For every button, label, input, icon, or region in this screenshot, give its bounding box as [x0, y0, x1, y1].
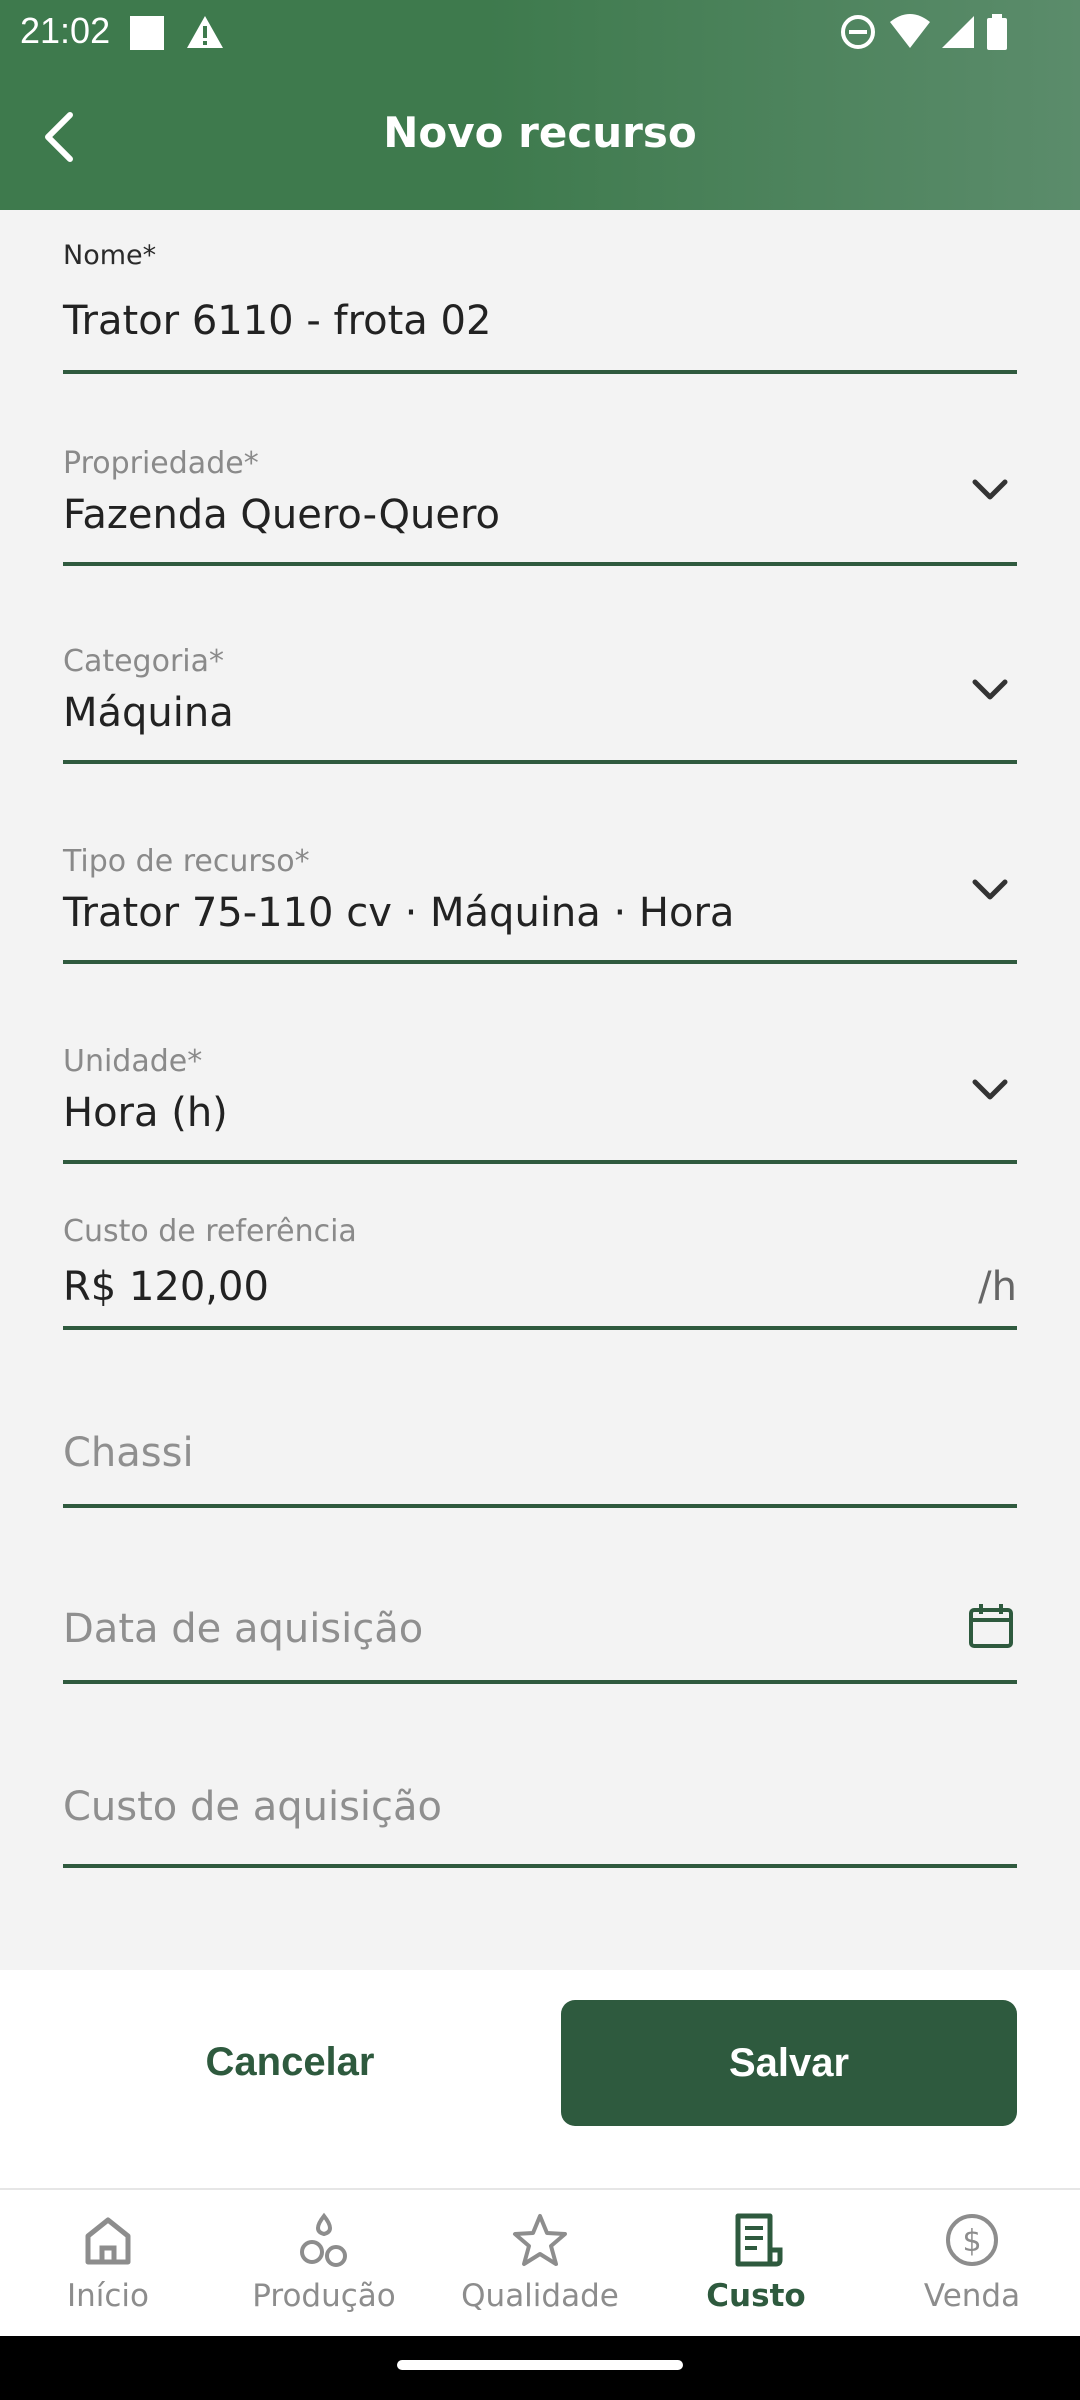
- nav-label-producao: Produção: [252, 2278, 396, 2314]
- home-gesture-handle[interactable]: [397, 2360, 683, 2370]
- chevron-down-icon[interactable]: [971, 878, 1009, 902]
- dollar-circle-icon: $: [946, 2214, 998, 2266]
- bottom-navigation: Início Produção Qualidade Custo $ Venda: [0, 2188, 1080, 2336]
- cellular-signal-icon: [942, 16, 974, 48]
- status-bar: 21:02: [0, 0, 1080, 66]
- data-aquisicao-placeholder[interactable]: Data de aquisição: [63, 1606, 423, 1652]
- status-time: 21:02: [20, 10, 111, 51]
- chassi-underline: [63, 1504, 1017, 1508]
- unidade-underline: [63, 1160, 1017, 1164]
- nome-field[interactable]: Nome* Trator 6110 - frota 02: [63, 230, 1017, 374]
- tipo-recurso-underline: [63, 960, 1017, 964]
- custo-aquisicao-underline: [63, 1864, 1017, 1868]
- drops-icon: [300, 2212, 347, 2267]
- custo-referencia-label: Custo de referência: [63, 1214, 357, 1249]
- custo-referencia-field[interactable]: Custo de referência R$ 120,00 /h: [63, 1204, 1017, 1334]
- star-icon: [513, 2214, 567, 2266]
- receipt-icon: [735, 2213, 783, 2267]
- nav-label-custo: Custo: [706, 2278, 806, 2314]
- custo-referencia-value[interactable]: R$ 120,00: [63, 1264, 269, 1310]
- unidade-value: Hora (h): [63, 1090, 228, 1136]
- nav-item-inicio[interactable]: Início: [0, 2190, 216, 2338]
- propriedade-select[interactable]: Propriedade* Fazenda Quero-Quero: [63, 434, 1017, 574]
- chevron-down-icon[interactable]: [971, 678, 1009, 702]
- categoria-underline: [63, 760, 1017, 764]
- nome-underline: [63, 370, 1017, 374]
- system-gesture-bar: [0, 2336, 1080, 2400]
- nav-item-qualidade[interactable]: Qualidade: [432, 2190, 648, 2338]
- nav-label-qualidade: Qualidade: [461, 2278, 619, 2314]
- home-icon: [85, 2217, 131, 2265]
- nav-item-custo[interactable]: Custo: [648, 2190, 864, 2338]
- top-app-bar: 21:02 Novo recurso: [0, 0, 1080, 210]
- chassi-placeholder[interactable]: Chassi: [63, 1430, 194, 1476]
- calendar-icon[interactable]: [967, 1602, 1015, 1650]
- categoria-value: Máquina: [63, 690, 234, 736]
- categoria-label: Categoria*: [63, 644, 225, 679]
- chevron-down-icon[interactable]: [971, 1078, 1009, 1102]
- categoria-select[interactable]: Categoria* Máquina: [63, 634, 1017, 774]
- chevron-down-icon[interactable]: [971, 478, 1009, 502]
- do-not-disturb-icon: [841, 15, 875, 49]
- nome-value[interactable]: Trator 6110 - frota 02: [63, 298, 491, 344]
- unidade-select[interactable]: Unidade* Hora (h): [63, 1034, 1017, 1174]
- page-title: Novo recurso: [383, 108, 697, 157]
- save-button[interactable]: Salvar: [561, 2000, 1017, 2126]
- chassi-field[interactable]: Chassi: [63, 1404, 1017, 1514]
- nav-label-venda: Venda: [923, 2278, 1021, 2314]
- custo-referencia-suffix: /h: [978, 1264, 1017, 1310]
- tipo-recurso-select[interactable]: Tipo de recurso* Trator 75-110 cv · Máqu…: [63, 834, 1017, 974]
- custo-referencia-underline: [63, 1326, 1017, 1330]
- nav-item-venda[interactable]: $ Venda: [864, 2190, 1080, 2338]
- nav-label-inicio: Início: [66, 2278, 150, 2314]
- nav-item-producao[interactable]: Produção: [216, 2190, 432, 2338]
- unidade-label: Unidade*: [63, 1044, 203, 1079]
- tipo-recurso-label: Tipo de recurso*: [63, 844, 310, 879]
- propriedade-underline: [63, 562, 1017, 566]
- custo-aquisicao-field[interactable]: Custo de aquisição: [63, 1760, 1017, 1870]
- propriedade-label: Propriedade*: [63, 446, 259, 481]
- notification-square-icon: [130, 16, 164, 50]
- cancel-button[interactable]: Cancelar: [90, 2000, 490, 2124]
- nome-label: Nome*: [63, 240, 157, 271]
- data-aquisicao-field[interactable]: Data de aquisição: [63, 1582, 1017, 1692]
- warning-icon: [187, 16, 223, 48]
- custo-aquisicao-placeholder[interactable]: Custo de aquisição: [63, 1784, 442, 1830]
- battery-icon: [987, 14, 1007, 50]
- wifi-icon: [890, 14, 930, 48]
- action-bar: Cancelar Salvar: [0, 1970, 1080, 2190]
- tipo-recurso-value: Trator 75-110 cv · Máquina · Hora: [63, 890, 735, 936]
- propriedade-value: Fazenda Quero-Quero: [63, 492, 501, 538]
- svg-text:$: $: [962, 2224, 981, 2259]
- data-aquisicao-underline: [63, 1680, 1017, 1684]
